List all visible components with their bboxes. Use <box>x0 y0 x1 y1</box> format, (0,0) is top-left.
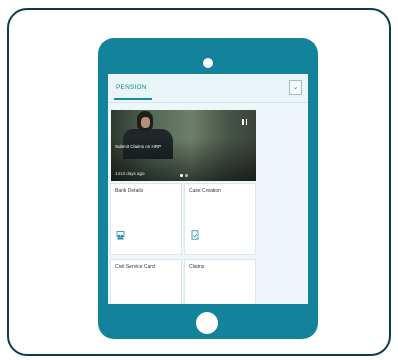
tab-active-indicator <box>114 98 152 100</box>
hero-subtitle: 1413 days ago <box>115 171 145 176</box>
tile-label: Case Creation <box>189 188 221 194</box>
group-tab-bar: PENSION ⌄ <box>108 74 308 103</box>
tile-label: Bank Details <box>115 188 144 194</box>
tile-label: Civil Service Card <box>115 264 155 270</box>
group-dropdown-button[interactable]: ⌄ <box>289 80 302 95</box>
tile-label: Claims <box>189 264 205 270</box>
home-button <box>196 312 218 334</box>
tab-pension[interactable]: PENSION <box>116 84 147 91</box>
hero-title: Submit Claims on HRP <box>115 144 162 149</box>
document-icon <box>191 230 199 240</box>
carousel-dot[interactable] <box>185 174 188 177</box>
tile-claims[interactable]: Claims <box>185 260 255 304</box>
launchpad-screen: PENSION ⌄ Submit Claims on HRP 1413 days… <box>108 74 308 304</box>
pause-icon[interactable] <box>242 119 248 125</box>
tile-case-creation[interactable]: Case Creation <box>185 184 255 254</box>
news-hero-tile[interactable]: Submit Claims on HRP 1413 days ago <box>111 110 256 181</box>
tile-civil-service-card[interactable]: Civil Service Card <box>111 260 181 304</box>
camera-icon <box>203 58 213 68</box>
people-icon <box>116 231 125 240</box>
tile-bank-details[interactable]: Bank Details <box>111 184 181 254</box>
tablet-device: PENSION ⌄ Submit Claims on HRP 1413 days… <box>98 38 318 339</box>
carousel-dot[interactable] <box>180 174 183 177</box>
chevron-down-icon: ⌄ <box>292 84 299 91</box>
